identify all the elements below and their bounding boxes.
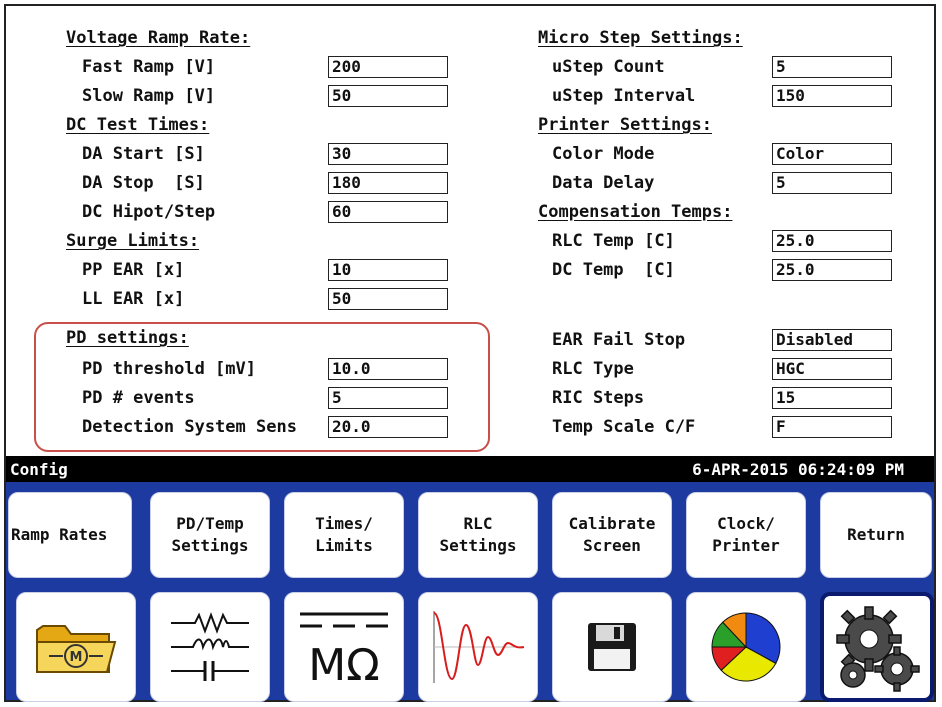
rlc-components-button[interactable] [150,592,270,702]
gears-icon [836,606,920,692]
ric-steps-label: RIC Steps [552,388,645,408]
pp-ear-field[interactable]: 10 [328,259,448,281]
floppy-disk-icon [588,623,636,671]
slow-ramp-field[interactable]: 50 [328,85,448,107]
screen-title: Config [10,460,68,479]
waveform-button[interactable] [418,592,538,702]
voltage-ramp-header: Voltage Ramp Rate: [66,28,251,48]
pd-threshold-field[interactable]: 10.0 [328,358,448,380]
fast-ramp-field[interactable]: 200 [328,56,448,78]
dc-hipot-field[interactable]: 60 [328,201,448,223]
temp-scale-field[interactable]: F [772,416,892,438]
ramp-rates-button[interactable]: Ramp Rates [8,492,132,578]
rlc-temp-field[interactable]: 25.0 [772,230,892,252]
pp-ear-label: PP EAR [x] [82,260,185,280]
settings-area: Voltage Ramp Rate: Fast Ramp [V] 200 Slo… [6,6,934,456]
ear-fail-stop-field[interactable]: Disabled [772,329,892,351]
temp-scale-label: Temp Scale C/F [552,417,696,437]
date-time: 6-APR-2015 06:24:09 PM [692,460,904,479]
rlc-type-field[interactable]: HGC [772,358,892,380]
fast-ramp-label: Fast Ramp [V] [82,57,216,77]
dc-temp-label: DC Temp [C] [552,260,675,280]
da-stop-label: DA Stop [S] [82,173,205,193]
pie-chart-icon [711,612,781,682]
status-bar: Config 6-APR-2015 06:24:09 PM [6,456,934,482]
detection-sens-label: Detection System Sens [82,417,297,437]
pd-settings-header: PD settings: [66,328,189,348]
return-button[interactable]: Return [820,492,932,578]
config-gears-button[interactable] [820,592,934,702]
dc-test-times-header: DC Test Times: [66,115,210,135]
detection-sens-field[interactable]: 20.0 [328,416,448,438]
data-delay-field[interactable]: 5 [772,172,892,194]
ll-ear-field[interactable]: 50 [328,288,448,310]
svg-text:MΩ: MΩ [308,640,380,691]
pd-threshold-label: PD threshold [mV] [82,359,256,379]
pd-events-field[interactable]: 5 [328,387,448,409]
pd-temp-settings-button[interactable]: PD/Temp Settings [150,492,270,578]
damped-waveform-icon [433,611,525,683]
calibrate-screen-button[interactable]: Calibrate Screen [552,492,672,578]
ear-fail-stop-label: EAR Fail Stop [552,330,686,350]
svg-text:M: M [70,650,83,665]
button-panel: Ramp Rates PD/Temp Settings Times/ Limit… [6,482,934,702]
megohm-icon: MΩ [300,612,388,691]
megohm-button[interactable]: MΩ [284,592,404,702]
da-stop-field[interactable]: 180 [328,172,448,194]
rlc-temp-label: RLC Temp [C] [552,231,675,251]
ustep-count-label: uStep Count [552,57,665,77]
dc-hipot-label: DC Hipot/Step [82,202,216,222]
color-mode-field[interactable]: Color [772,143,892,165]
motor-folder-icon: M [36,625,117,673]
ric-steps-field[interactable]: 15 [772,387,892,409]
ustep-interval-field[interactable]: 150 [772,85,892,107]
pd-events-label: PD # events [82,388,195,408]
ustep-count-field[interactable]: 5 [772,56,892,78]
config-window: Voltage Ramp Rate: Fast Ramp [V] 200 Slo… [4,4,936,702]
printer-settings-header: Printer Settings: [538,115,712,135]
micro-step-header: Micro Step Settings: [538,28,743,48]
da-start-field[interactable]: 30 [328,143,448,165]
save-button[interactable] [552,592,672,702]
rlc-settings-button[interactable]: RLC Settings [418,492,538,578]
motor-folder-button[interactable]: M [16,592,136,702]
clock-printer-button[interactable]: Clock/ Printer [686,492,806,578]
slow-ramp-label: Slow Ramp [V] [82,86,216,106]
dc-temp-field[interactable]: 25.0 [772,259,892,281]
compensation-temps-header: Compensation Temps: [538,202,733,222]
da-start-label: DA Start [S] [82,144,205,164]
color-mode-label: Color Mode [552,144,655,164]
resistor-inductor-capacitor-icon [171,612,249,681]
times-limits-button[interactable]: Times/ Limits [284,492,404,578]
surge-limits-header: Surge Limits: [66,231,200,251]
ll-ear-label: LL EAR [x] [82,289,185,309]
rlc-type-label: RLC Type [552,359,634,379]
ustep-interval-label: uStep Interval [552,86,696,106]
data-delay-label: Data Delay [552,173,655,193]
pie-chart-button[interactable] [686,592,806,702]
